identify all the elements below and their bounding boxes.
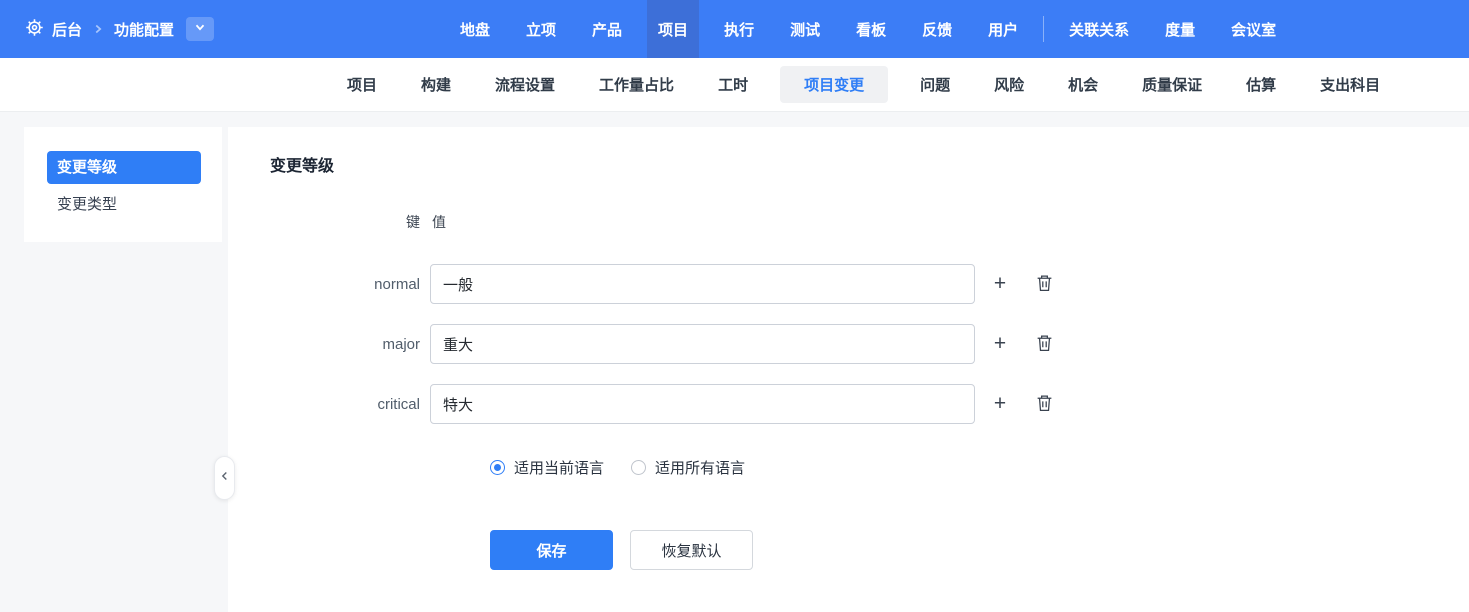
language-scope-options: 适用当前语言 适用所有语言	[490, 457, 1429, 478]
row-value-input[interactable]	[430, 384, 975, 424]
trash-icon	[1036, 274, 1053, 295]
form-actions: 保存 恢复默认	[490, 530, 1429, 570]
table-row: critical +	[270, 384, 1429, 424]
sidebar-menu: 变更等级 变更类型	[24, 127, 222, 242]
table-row: normal +	[270, 264, 1429, 304]
add-row-button[interactable]: +	[989, 392, 1011, 416]
trash-icon	[1036, 394, 1053, 415]
top-navigation: 地盘 立项 产品 项目 执行 测试 看板 反馈 用户 关联关系 度量 会议室	[449, 0, 1287, 58]
row-key-label: major	[270, 336, 420, 353]
sidebar: 变更等级 变更类型	[0, 127, 228, 612]
delete-row-button[interactable]	[1033, 272, 1055, 296]
page-title: 变更等级	[270, 152, 1429, 176]
subnav-item-zhiliang-baozheng[interactable]: 质量保证	[1130, 66, 1214, 103]
row-key-label: normal	[270, 276, 420, 293]
subnav-item-xiangmu[interactable]: 项目	[335, 66, 389, 103]
topnav-item-chanpin[interactable]: 产品	[581, 0, 633, 58]
topnav-item-kanban[interactable]: 看板	[845, 0, 897, 58]
subnav-item-zhichu-kemu[interactable]: 支出科目	[1308, 66, 1392, 103]
subnav-item-goujian[interactable]: 构建	[409, 66, 463, 103]
topnav-item-lixiang[interactable]: 立项	[515, 0, 567, 58]
chevron-down-icon	[193, 20, 207, 38]
add-row-button[interactable]: +	[989, 332, 1011, 356]
subnav-item-gusuan[interactable]: 估算	[1234, 66, 1288, 103]
sub-navigation: 项目 构建 流程设置 工作量占比 工时 项目变更 问题 风险 机会 质量保证 估…	[0, 58, 1469, 112]
breadcrumb-root[interactable]: 后台	[52, 19, 82, 40]
chevron-right-icon	[91, 22, 105, 36]
radio-unselected-icon[interactable]	[631, 460, 646, 475]
gear-icon[interactable]	[25, 18, 44, 41]
add-row-button[interactable]: +	[989, 272, 1011, 296]
topnav-item-fankui[interactable]: 反馈	[911, 0, 963, 58]
sidebar-collapse-button[interactable]	[214, 456, 235, 500]
value-column-header: 值	[430, 212, 446, 232]
plus-icon: +	[994, 393, 1006, 415]
table-header: 键 值	[270, 212, 1429, 232]
main-panel: 变更等级 键 值 normal + major +	[228, 127, 1469, 612]
radio-selected-icon[interactable]	[490, 460, 505, 475]
topnav-item-duliang[interactable]: 度量	[1154, 0, 1206, 58]
subnav-item-gongzuoliang-zhanbi[interactable]: 工作量占比	[587, 66, 686, 103]
sidebar-item-change-level[interactable]: 变更等级	[47, 151, 201, 184]
restore-default-button[interactable]: 恢复默认	[630, 530, 753, 570]
breadcrumb-dropdown-button[interactable]	[186, 17, 214, 41]
row-value-input[interactable]	[430, 324, 975, 364]
content-area: 变更等级 变更类型 变更等级 键 值 normal +	[0, 112, 1469, 612]
save-button[interactable]: 保存	[490, 530, 613, 570]
topnav-item-xiangmu[interactable]: 项目	[647, 0, 699, 58]
topnav-divider	[1043, 16, 1044, 42]
radio-label[interactable]: 适用所有语言	[655, 457, 745, 478]
subnav-item-jihui[interactable]: 机会	[1056, 66, 1110, 103]
plus-icon: +	[994, 273, 1006, 295]
radio-option-current-language[interactable]: 适用当前语言	[490, 457, 604, 478]
topnav-item-guanlianguanxi[interactable]: 关联关系	[1058, 0, 1140, 58]
delete-row-button[interactable]	[1033, 332, 1055, 356]
radio-option-all-languages[interactable]: 适用所有语言	[631, 457, 745, 478]
subnav-item-gongshi[interactable]: 工时	[706, 66, 760, 103]
subnav-item-xiangmu-biangeng[interactable]: 项目变更	[780, 66, 888, 103]
topnav-item-diban[interactable]: 地盘	[449, 0, 501, 58]
breadcrumb: 后台 功能配置	[0, 17, 214, 41]
subnav-item-wenti[interactable]: 问题	[908, 66, 962, 103]
table-row: major +	[270, 324, 1429, 364]
row-value-input[interactable]	[430, 264, 975, 304]
top-bar: 后台 功能配置 地盘 立项 产品 项目 执行 测试 看板 反馈 用户 关联关系 …	[0, 0, 1469, 58]
topnav-item-zhixing[interactable]: 执行	[713, 0, 765, 58]
chevron-left-icon	[218, 469, 232, 487]
topnav-item-ceshi[interactable]: 测试	[779, 0, 831, 58]
breadcrumb-current[interactable]: 功能配置	[114, 19, 174, 40]
row-key-label: critical	[270, 396, 420, 413]
sidebar-item-change-type[interactable]: 变更类型	[47, 192, 201, 218]
trash-icon	[1036, 334, 1053, 355]
radio-label[interactable]: 适用当前语言	[514, 457, 604, 478]
topnav-item-huiyishi[interactable]: 会议室	[1220, 0, 1287, 58]
topnav-item-yonghu[interactable]: 用户	[977, 0, 1029, 58]
delete-row-button[interactable]	[1033, 392, 1055, 416]
key-column-header: 键	[270, 212, 420, 232]
subnav-item-liucheng-shezhi[interactable]: 流程设置	[483, 66, 567, 103]
subnav-item-fengxian[interactable]: 风险	[982, 66, 1036, 103]
plus-icon: +	[994, 333, 1006, 355]
